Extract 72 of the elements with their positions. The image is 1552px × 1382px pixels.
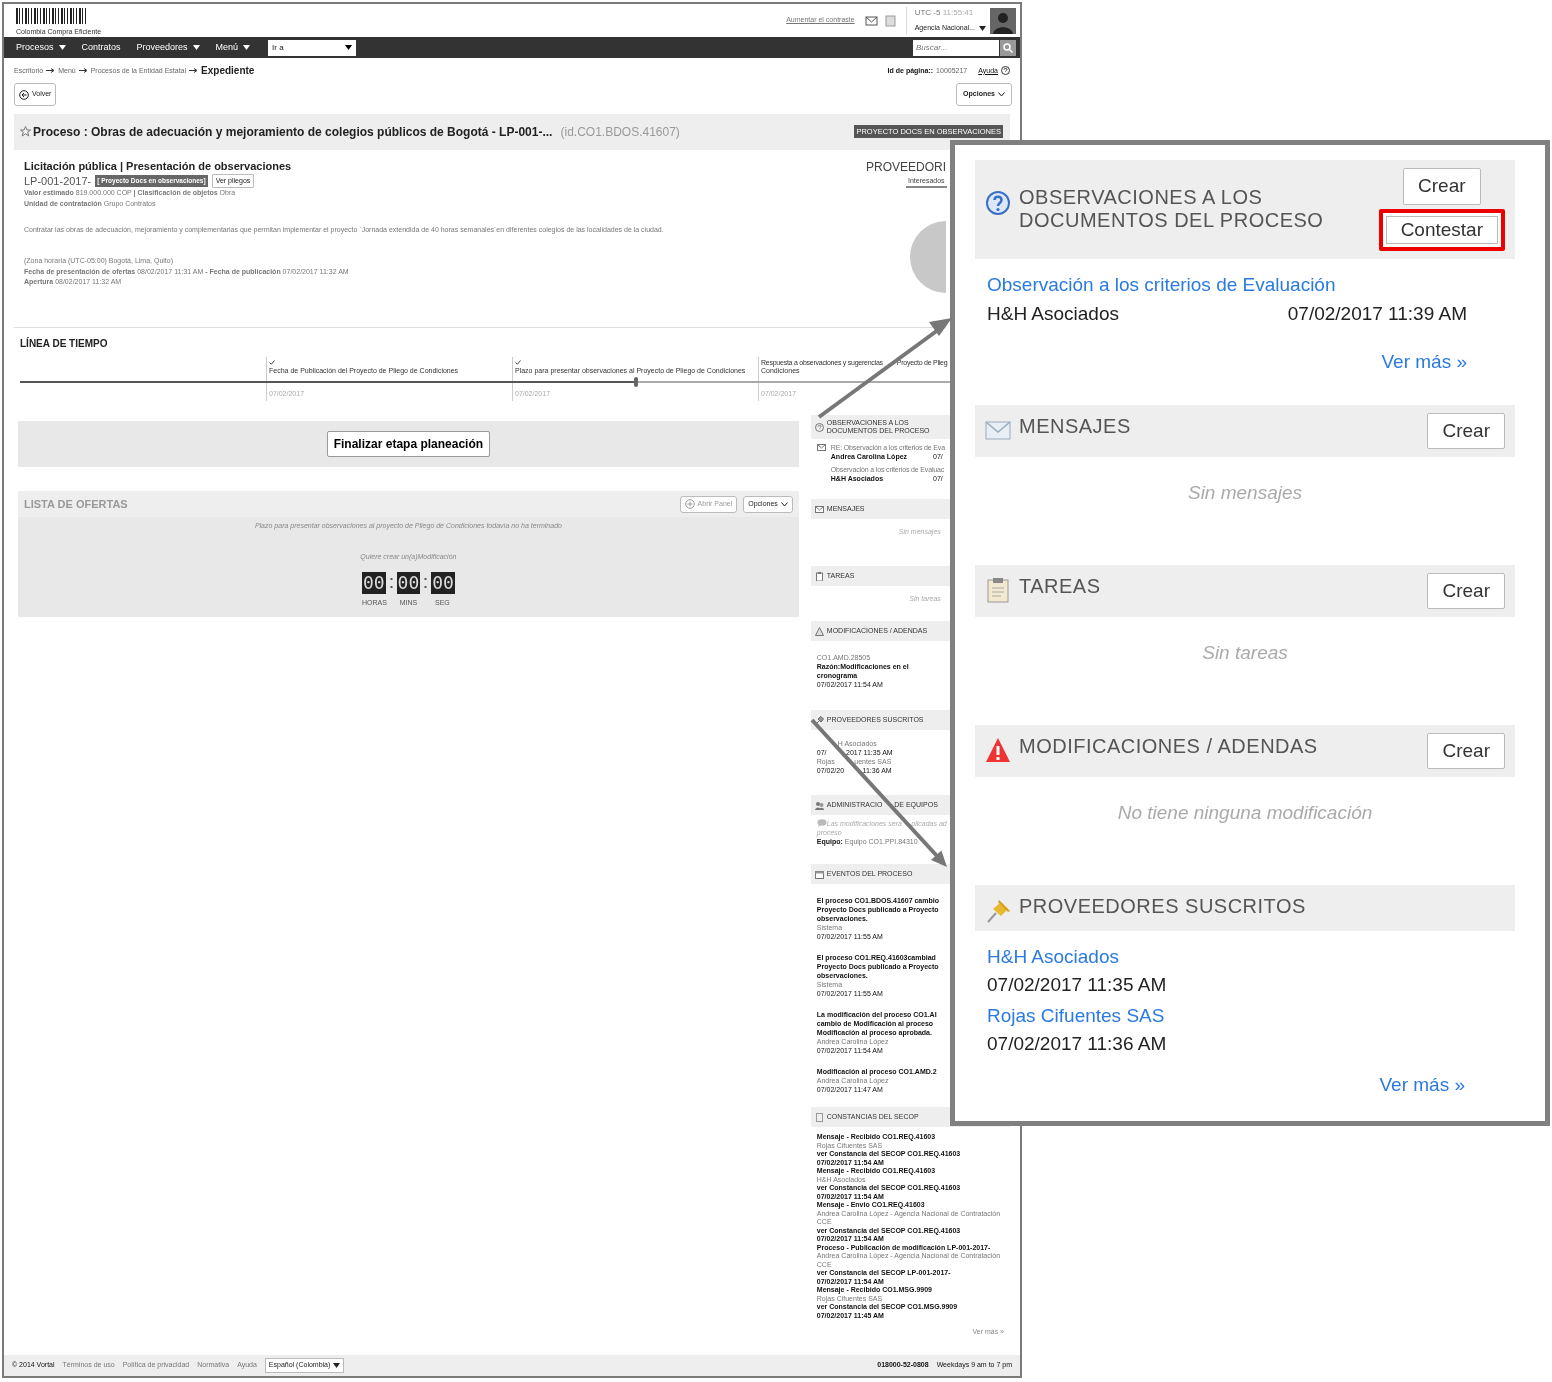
section-title: MODIFICACIONES / ADENDAS bbox=[1019, 733, 1318, 758]
section-title: OBSERVACIONES A LOS DOCUMENTOS DEL PROCESO bbox=[1019, 185, 1325, 232]
section-title: MENSAJES bbox=[1019, 413, 1131, 438]
countdown-digits: 00 bbox=[431, 572, 455, 595]
nav-menu-item[interactable]: Contratos bbox=[73, 40, 129, 55]
arrow-icon bbox=[78, 68, 88, 74]
nav-menu-item[interactable]: Proveedores bbox=[128, 40, 208, 55]
section-title: TAREAS bbox=[1019, 573, 1101, 598]
search-button[interactable] bbox=[1000, 39, 1016, 56]
back-icon bbox=[19, 89, 29, 100]
timeline-handle[interactable] bbox=[634, 376, 639, 387]
barcode-logo-icon bbox=[16, 8, 88, 24]
pushpin-icon bbox=[814, 715, 824, 725]
caret-icon bbox=[345, 45, 353, 51]
plus-circle-icon bbox=[684, 499, 695, 510]
document-icon bbox=[814, 1112, 824, 1122]
section-title: PROVEEDORES SUSCRITOS bbox=[1019, 893, 1306, 918]
date-text: 07/02/2017 11:39 AM bbox=[1287, 301, 1467, 326]
envelope-icon bbox=[814, 504, 824, 514]
calendar-icon bbox=[814, 869, 824, 879]
arrow-icon bbox=[46, 68, 56, 74]
process-id: (id.CO1.BDOS.41607) bbox=[560, 123, 680, 141]
date-text: 07/02/2017 11:36 AM bbox=[987, 1032, 1168, 1056]
providers-title: PROVEEDORI bbox=[866, 158, 946, 176]
nav-menu-item[interactable]: Procesos bbox=[8, 40, 74, 55]
process-title: Proceso : Obras de adecuación y mejoramiento de colegios públicos de Bogotá - LP-001-... bbox=[33, 123, 553, 141]
document-icon bbox=[884, 14, 896, 27]
countdown-digits: 00 bbox=[361, 572, 386, 595]
date-text: 07/02/2017 11:35 AM bbox=[987, 973, 1168, 997]
author-name: H&H Asociados bbox=[987, 301, 1119, 326]
warning-icon bbox=[814, 626, 824, 636]
chevron-icon bbox=[780, 501, 788, 507]
search-field[interactable]: Buscar... bbox=[913, 39, 999, 56]
reply-button[interactable]: Contestar bbox=[1378, 208, 1505, 251]
create-button[interactable]: Crear bbox=[1403, 168, 1481, 205]
more-link[interactable]: Ver más » bbox=[987, 1060, 1503, 1109]
help-icon bbox=[814, 422, 824, 432]
warning-icon bbox=[985, 736, 1011, 763]
page-title: Expediente bbox=[201, 64, 255, 79]
create-button[interactable]: Crear bbox=[1427, 572, 1505, 609]
create-button[interactable]: Crear bbox=[1427, 732, 1505, 769]
provider-link[interactable]: H&H Asociados bbox=[987, 942, 1503, 971]
section-title: LISTA DE OFERTAS bbox=[24, 497, 128, 512]
more-link[interactable]: Ver más » bbox=[987, 328, 1503, 405]
chevron-icon bbox=[998, 92, 1005, 97]
section-title: LÍNEA DE TIEMPO bbox=[20, 336, 109, 351]
clipboard-icon bbox=[814, 571, 824, 581]
speech-bubble-icon bbox=[816, 819, 827, 828]
process-code: LP-001-2017- bbox=[24, 175, 92, 188]
arrow-icon bbox=[189, 68, 199, 74]
observation-link[interactable]: Observación a los criterios de Evaluación bbox=[987, 271, 1503, 300]
envelope-icon bbox=[864, 15, 879, 26]
empty-message: No tiene ninguna modificación bbox=[1116, 801, 1374, 825]
create-button[interactable]: Crear bbox=[1427, 412, 1505, 449]
provider-link[interactable]: Rojas Cifuentes SAS bbox=[987, 1001, 1503, 1030]
help-icon bbox=[985, 190, 1011, 216]
empty-message: Sin mensajes bbox=[1186, 481, 1304, 505]
search-icon bbox=[1003, 42, 1013, 53]
clipboard-icon bbox=[985, 576, 1011, 603]
process-type: Licitación pública | Presentación de observaciones bbox=[24, 158, 293, 174]
star-icon bbox=[20, 126, 31, 138]
people-icon bbox=[814, 800, 824, 810]
avatar-icon bbox=[990, 7, 1016, 34]
empty-message: Sin tareas bbox=[1201, 641, 1289, 665]
caret-icon bbox=[979, 26, 986, 31]
finalize-button[interactable]: Finalizar etapa planeación bbox=[326, 431, 491, 458]
help-icon bbox=[1001, 66, 1010, 76]
caret-icon bbox=[333, 1362, 341, 1368]
nav-menu-item[interactable]: Menú bbox=[207, 40, 259, 55]
countdown-digits: 00 bbox=[396, 572, 421, 595]
goto-select[interactable]: Ir a bbox=[268, 39, 357, 56]
time-display: UTC -5 11:55:41 bbox=[914, 7, 975, 20]
